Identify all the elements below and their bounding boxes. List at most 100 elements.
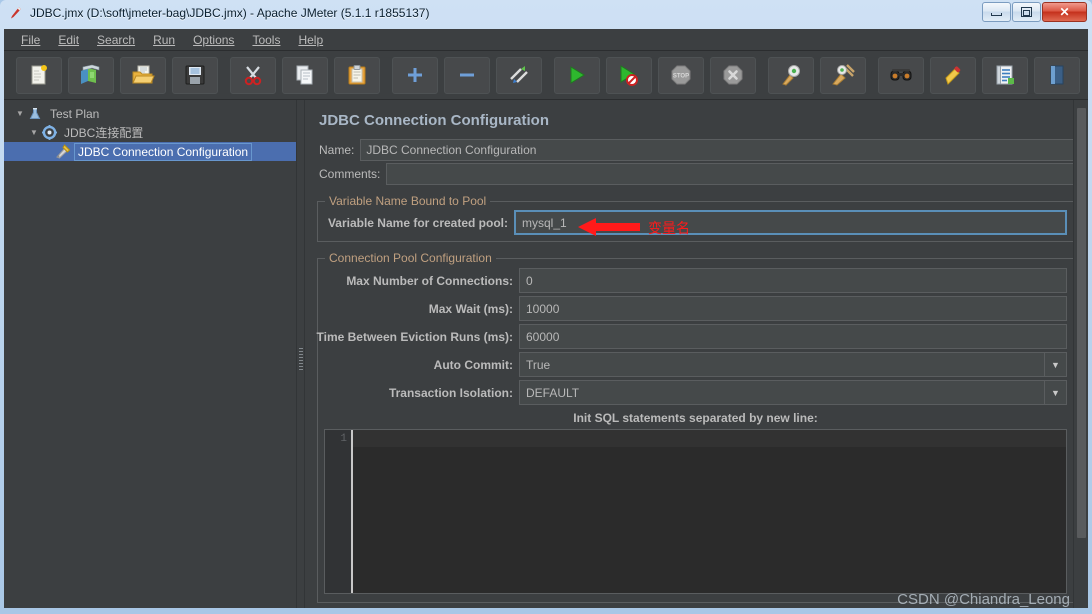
init-sql-editor[interactable]: 1 [324,429,1067,594]
toolbar-separator-3 [550,60,552,90]
clear-all-icon [831,64,855,86]
menu-label-edit: Edit [58,32,80,47]
name-label: Name: [319,143,355,157]
splitter-grip-icon [299,348,303,372]
connection-pool-configuration-title: Connection Pool Configuration [325,251,496,265]
menu-label-file: File [21,32,41,47]
templates-button[interactable] [68,56,114,94]
test-plan-icon [26,106,44,122]
cut-button[interactable] [230,56,276,94]
open-icon [131,64,155,86]
max-wait-input[interactable]: 10000 [519,296,1067,321]
new-test-plan-button[interactable] [16,56,62,94]
window-controls: ✕ [982,2,1087,22]
start-no-pauses-button[interactable] [606,56,652,94]
save-icon [184,64,206,86]
templates-icon [79,64,103,86]
max-connections-row: Max Number of Connections: 0 [324,268,1067,293]
menu-label-run: Run [153,32,176,47]
menu-label-search: Search [97,32,136,47]
svg-text:STOP: STOP [673,74,689,80]
transaction-isolation-select[interactable]: DEFAULT ▼ [519,380,1067,405]
application-window: JDBC.jmx (D:\soft\jmeter-bag\JDBC.jmx) -… [0,0,1092,614]
help-button[interactable] [1034,56,1080,94]
auto-commit-row: Auto Commit: True ▼ [324,352,1067,377]
cut-icon [242,64,264,86]
tree-label-jdbc-connection-configuration: JDBC Connection Configuration [73,142,253,161]
max-wait-row: Max Wait (ms): 10000 [324,296,1067,321]
connection-pool-configuration-group: Connection Pool Configuration Max Number… [316,251,1074,603]
menu-item-run[interactable]: Run [144,31,184,49]
menu-item-edit[interactable]: Edit [49,31,88,49]
test-plan-tree[interactable]: ▼ Test Plan ▼ JDBC连接配置 JDBC Connection C… [4,100,296,608]
jmeter-feather-icon [8,5,24,21]
time-between-eviction-runs-input[interactable]: 60000 [519,324,1067,349]
reset-search-button[interactable] [930,56,976,94]
tree-node-test-plan[interactable]: ▼ Test Plan [4,104,296,123]
tree-toggle-test-plan[interactable]: ▼ [14,109,26,118]
chevron-down-icon[interactable]: ▼ [1044,353,1066,376]
auto-commit-value: True [526,357,551,372]
scrollbar-thumb[interactable] [1077,108,1086,538]
max-connections-label: Max Number of Connections: [346,273,513,288]
copy-icon [294,64,316,86]
comments-input[interactable] [386,163,1074,185]
comments-label: Comments: [319,167,381,181]
init-sql-line-numbers: 1 [325,430,351,593]
menu-item-help[interactable]: Help [289,31,332,49]
variable-name-label: Variable Name for created pool: [327,215,508,230]
expand-all-button[interactable] [392,56,438,94]
help-icon [1046,64,1068,86]
time-between-eviction-runs-label: Time Between Eviction Runs (ms): [316,329,513,344]
clear-icon [779,64,803,86]
transaction-isolation-value: DEFAULT [526,385,580,400]
open-button[interactable] [120,56,166,94]
stop-button[interactable]: STOP [658,56,704,94]
max-wait-label: Max Wait (ms): [428,301,513,316]
toolbar-separator-1 [226,60,228,90]
menu-item-search[interactable]: Search [88,31,144,49]
toggle-icon [507,64,531,86]
chevron-down-icon[interactable]: ▼ [1044,381,1066,404]
clear-all-button[interactable] [820,56,866,94]
menu-item-options[interactable]: Options [184,31,243,49]
panel-splitter[interactable] [296,100,305,608]
collapse-all-button[interactable] [444,56,490,94]
function-helper-button[interactable] [982,56,1028,94]
toolbar-separator-2 [388,60,390,90]
copy-button[interactable] [282,56,328,94]
menu-label-options: Options [193,32,235,47]
tree-toggle-jdbc-config-group[interactable]: ▼ [28,128,40,137]
menu-item-file[interactable]: File [12,31,49,49]
maximize-button[interactable] [1012,2,1041,22]
start-button[interactable] [554,56,600,94]
menu-label-tools: Tools [252,32,281,47]
tree-label-jdbc-config-group: JDBC连接配置 [64,126,144,140]
close-button[interactable]: ✕ [1042,2,1087,22]
content-area: ▼ Test Plan ▼ JDBC连接配置 JDBC Connection C… [4,100,1088,608]
name-input[interactable]: JDBC Connection Configuration [360,139,1074,161]
paste-button[interactable] [334,56,380,94]
tree-node-jdbc-connection-configuration[interactable]: JDBC Connection Configuration [4,142,296,161]
shutdown-button[interactable] [710,56,756,94]
new-test-plan-icon [28,64,50,86]
page-title: JDBC Connection Configuration [319,112,549,129]
init-sql-textarea[interactable] [353,430,1066,593]
stop-icon: STOP [669,64,693,86]
collapse-all-icon [456,64,478,86]
save-button[interactable] [172,56,218,94]
search-button[interactable] [878,56,924,94]
minimize-button[interactable] [982,2,1011,22]
toggle-button[interactable] [496,56,542,94]
auto-commit-select[interactable]: True ▼ [519,352,1067,377]
name-row: Name: JDBC Connection Configuration [317,139,1074,161]
menu-item-tools[interactable]: Tools [243,31,289,49]
toolbar-separator-4 [764,60,766,90]
tree-node-jdbc-config-group[interactable]: ▼ JDBC连接配置 [4,123,296,142]
variable-name-input[interactable]: mysql_1 [514,210,1067,235]
tree-label-test-plan: Test Plan [50,106,100,121]
panel-vertical-scrollbar[interactable] [1073,100,1088,608]
clear-button[interactable] [768,56,814,94]
max-connections-input[interactable]: 0 [519,268,1067,293]
init-sql-caption: Init SQL statements separated by new lin… [573,411,818,425]
